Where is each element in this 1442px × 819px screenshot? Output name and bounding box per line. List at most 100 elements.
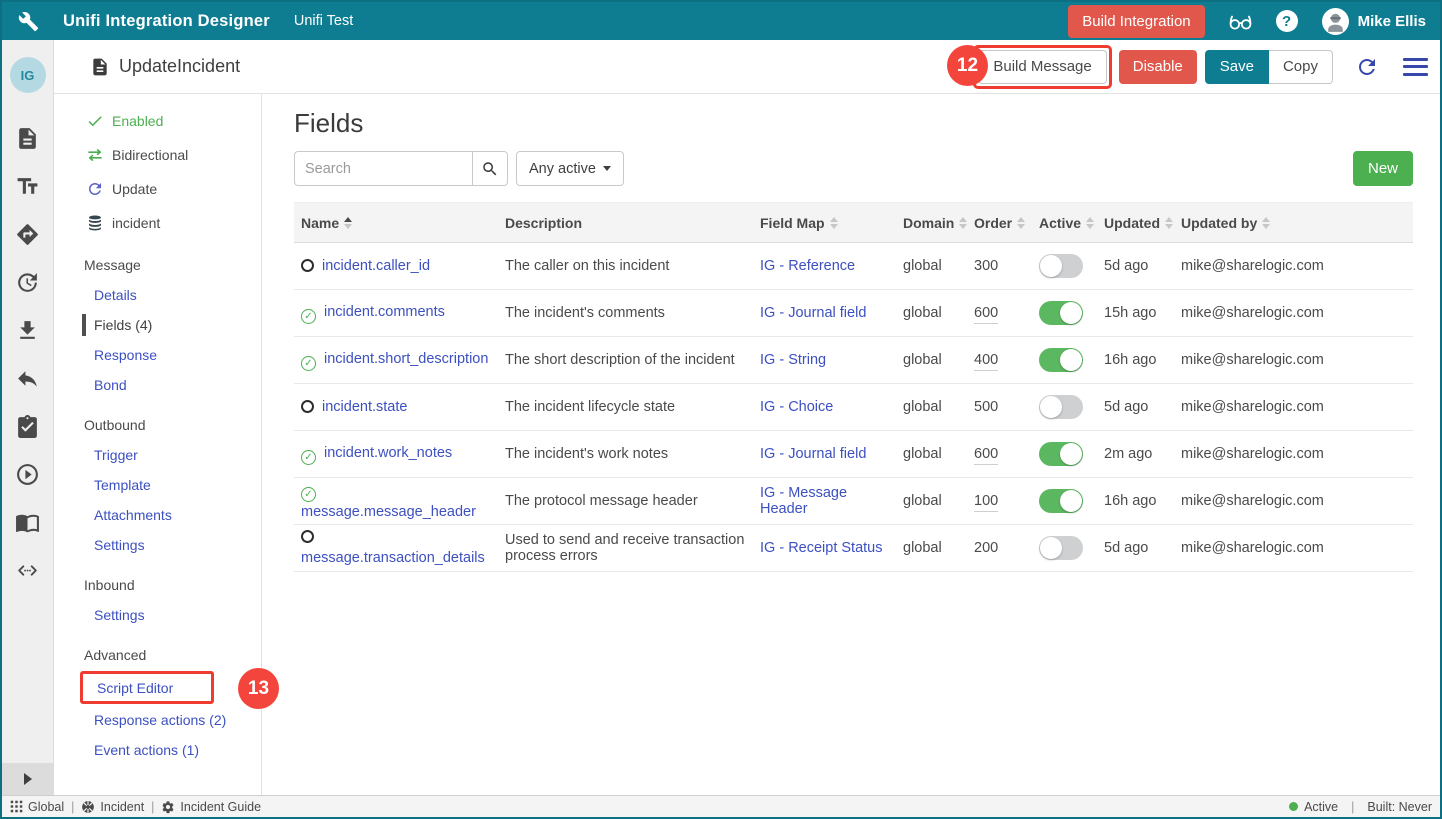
search-input[interactable] bbox=[294, 151, 472, 186]
column-header-domain[interactable]: Domain bbox=[903, 215, 974, 231]
field-name-link[interactable]: incident.comments bbox=[324, 304, 445, 320]
field-map-link[interactable]: IG - Message Header bbox=[760, 485, 847, 517]
active-toggle[interactable] bbox=[1039, 489, 1083, 513]
field-map-link[interactable]: IG - Choice bbox=[760, 399, 833, 415]
nav-item-bidirectional[interactable]: Bidirectional bbox=[54, 138, 261, 172]
apps-grid-icon bbox=[10, 800, 23, 813]
table-row: incident.caller_idThe caller on this inc… bbox=[294, 243, 1413, 290]
field-unchecked-circle-icon bbox=[301, 259, 314, 272]
nav-section-message: Message bbox=[54, 250, 261, 280]
menu-icon[interactable] bbox=[1403, 58, 1428, 76]
field-name-link[interactable]: incident.short_description bbox=[324, 351, 488, 367]
statusbar-item-global[interactable]: Global bbox=[10, 800, 64, 814]
field-name-link[interactable]: message.transaction_details bbox=[301, 550, 485, 566]
column-header-name[interactable]: Name bbox=[294, 215, 505, 231]
field-name-link[interactable]: incident.caller_id bbox=[322, 258, 430, 274]
field-name-link[interactable]: incident.state bbox=[322, 399, 407, 415]
column-header-updated_by[interactable]: Updated by bbox=[1181, 215, 1413, 231]
app-window: Unifi Integration Designer Unifi Test Bu… bbox=[0, 0, 1442, 819]
active-toggle[interactable] bbox=[1039, 348, 1083, 372]
download-icon[interactable] bbox=[15, 317, 41, 343]
field-order[interactable]: 600 bbox=[974, 446, 998, 465]
app-subtitle: Unifi Test bbox=[294, 13, 353, 29]
update-clock-icon[interactable] bbox=[15, 269, 41, 295]
field-updated: 16h ago bbox=[1104, 493, 1181, 509]
annotation-box-build-message: Build Message bbox=[973, 45, 1111, 89]
column-header-field_map[interactable]: Field Map bbox=[760, 215, 903, 231]
play-circle-icon[interactable] bbox=[15, 461, 41, 487]
directions-icon[interactable] bbox=[15, 221, 41, 247]
column-header-active[interactable]: Active bbox=[1039, 215, 1104, 231]
statusbar-item-incident[interactable]: Incident bbox=[81, 800, 144, 814]
task-check-icon[interactable] bbox=[15, 413, 41, 439]
table-row: ✓message.message_headerThe protocol mess… bbox=[294, 478, 1413, 525]
nav-item-bond[interactable]: Bond bbox=[54, 370, 261, 400]
user-avatar[interactable] bbox=[1322, 8, 1349, 35]
active-toggle[interactable] bbox=[1039, 254, 1083, 278]
nav-item-outbound-settings[interactable]: Settings bbox=[54, 530, 261, 560]
field-domain: global bbox=[903, 493, 974, 509]
field-map-link[interactable]: IG - Reference bbox=[760, 258, 855, 274]
statusbar-item-incident-guide[interactable]: Incident Guide bbox=[161, 800, 261, 814]
rail-expand-button[interactable] bbox=[2, 763, 54, 795]
nav-item-update[interactable]: Update bbox=[54, 172, 261, 206]
nav-item-enabled[interactable]: Enabled bbox=[54, 104, 261, 138]
table-header: NameDescriptionField MapDomainOrderActiv… bbox=[294, 203, 1413, 243]
book-icon[interactable] bbox=[15, 509, 41, 535]
save-button[interactable]: Save bbox=[1205, 50, 1269, 84]
column-header-order[interactable]: Order bbox=[974, 215, 1039, 231]
reply-icon[interactable] bbox=[15, 365, 41, 391]
glasses-icon[interactable] bbox=[1227, 8, 1254, 35]
column-header-updated[interactable]: Updated bbox=[1104, 215, 1181, 231]
field-order[interactable]: 100 bbox=[974, 493, 998, 512]
field-updated: 5d ago bbox=[1104, 399, 1181, 415]
code-icon[interactable] bbox=[15, 557, 41, 583]
field-order: 500 bbox=[974, 399, 998, 415]
icon-rail: IG bbox=[2, 40, 54, 795]
field-order[interactable]: 600 bbox=[974, 305, 998, 324]
field-updated-by: mike@sharelogic.com bbox=[1181, 540, 1413, 556]
sort-carets-icon bbox=[830, 217, 838, 229]
nav-item-event-actions[interactable]: Event actions (1) bbox=[54, 735, 261, 765]
build-message-button[interactable]: Build Message bbox=[978, 50, 1106, 84]
nav-item-details[interactable]: Details bbox=[54, 280, 261, 310]
field-map-link[interactable]: IG - Receipt Status bbox=[760, 540, 883, 556]
nav-item-incident[interactable]: incident bbox=[54, 206, 261, 240]
nav-item-trigger[interactable]: Trigger bbox=[54, 440, 261, 470]
field-checked-icon: ✓ bbox=[301, 487, 316, 502]
nav-item-response[interactable]: Response bbox=[54, 340, 261, 370]
field-name-link[interactable]: incident.work_notes bbox=[324, 445, 452, 461]
field-checked-icon: ✓ bbox=[301, 356, 316, 371]
copy-button[interactable]: Copy bbox=[1269, 50, 1333, 84]
field-map-link[interactable]: IG - Journal field bbox=[760, 446, 866, 462]
help-icon[interactable]: ? bbox=[1276, 10, 1298, 32]
field-order[interactable]: 400 bbox=[974, 352, 998, 371]
nav-item-script-editor[interactable]: Script Editor bbox=[80, 671, 214, 704]
nav-item-attachments[interactable]: Attachments bbox=[54, 500, 261, 530]
active-filter-dropdown[interactable]: Any active bbox=[516, 151, 624, 186]
active-toggle[interactable] bbox=[1039, 536, 1083, 560]
refresh-button[interactable] bbox=[1351, 51, 1383, 83]
field-name-link[interactable]: message.message_header bbox=[301, 504, 476, 520]
integration-avatar[interactable]: IG bbox=[10, 57, 46, 93]
field-map-link[interactable]: IG - Journal field bbox=[760, 305, 866, 321]
text-format-icon[interactable] bbox=[15, 173, 41, 199]
nav-panel: EnabledBidirectionalUpdateincident Messag… bbox=[54, 94, 262, 795]
nav-item-template[interactable]: Template bbox=[54, 470, 261, 500]
disable-button[interactable]: Disable bbox=[1119, 50, 1197, 84]
field-updated-by: mike@sharelogic.com bbox=[1181, 352, 1413, 368]
field-map-link[interactable]: IG - String bbox=[760, 352, 826, 368]
active-toggle[interactable] bbox=[1039, 395, 1083, 419]
active-toggle[interactable] bbox=[1039, 442, 1083, 466]
document-icon[interactable] bbox=[15, 125, 41, 151]
nav-item-response-actions[interactable]: Response actions (2) bbox=[54, 705, 261, 735]
sort-carets-icon bbox=[344, 217, 352, 229]
main-content: Fields Any active New NameDescriptionFie… bbox=[262, 94, 1440, 795]
sort-carets-icon bbox=[1017, 217, 1025, 229]
nav-item-inbound-settings[interactable]: Settings bbox=[54, 600, 261, 630]
active-toggle[interactable] bbox=[1039, 301, 1083, 325]
search-button[interactable] bbox=[472, 151, 508, 186]
new-button[interactable]: New bbox=[1353, 151, 1413, 186]
nav-item-fields[interactable]: Fields (4) bbox=[54, 310, 261, 340]
build-integration-button[interactable]: Build Integration bbox=[1068, 5, 1204, 38]
